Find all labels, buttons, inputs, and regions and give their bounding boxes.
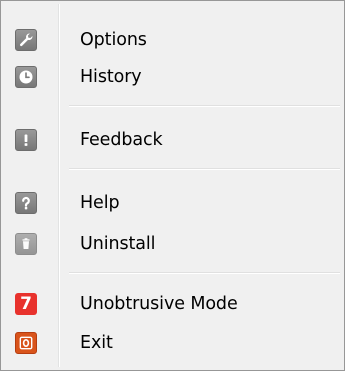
menu-item-options[interactable]: Options	[3, 20, 342, 60]
menu-item-label: Uninstall	[80, 234, 156, 254]
exclamation-icon	[15, 129, 37, 151]
trash-icon	[15, 233, 37, 255]
menu-item-label: Unobtrusive Mode	[80, 294, 238, 314]
menu-item-label: Exit	[80, 333, 113, 353]
menu-item-exit[interactable]: Exit	[3, 323, 342, 363]
menu-separator	[69, 272, 340, 273]
menu-separator	[69, 105, 340, 106]
seven-icon: 7	[15, 293, 37, 315]
menu-item-label: Options	[80, 30, 147, 50]
power-icon	[15, 332, 37, 354]
menu-item-history[interactable]: History	[3, 57, 342, 97]
menu-separator	[69, 168, 340, 169]
seven-icon-glyph: 7	[20, 293, 32, 314]
question-icon	[15, 192, 37, 214]
menu-item-label: Feedback	[80, 130, 163, 150]
menu-item-label: History	[80, 67, 142, 87]
menu-item-unobtrusive-mode[interactable]: 7 Unobtrusive Mode	[3, 284, 342, 324]
context-menu: Options History Feedback Help Uninstall …	[0, 0, 345, 371]
wrench-icon	[15, 29, 37, 51]
menu-item-label: Help	[80, 193, 120, 213]
menu-item-uninstall[interactable]: Uninstall	[3, 224, 342, 264]
menu-item-help[interactable]: Help	[3, 183, 342, 223]
menu-item-feedback[interactable]: Feedback	[3, 120, 342, 160]
clock-icon	[15, 66, 37, 88]
